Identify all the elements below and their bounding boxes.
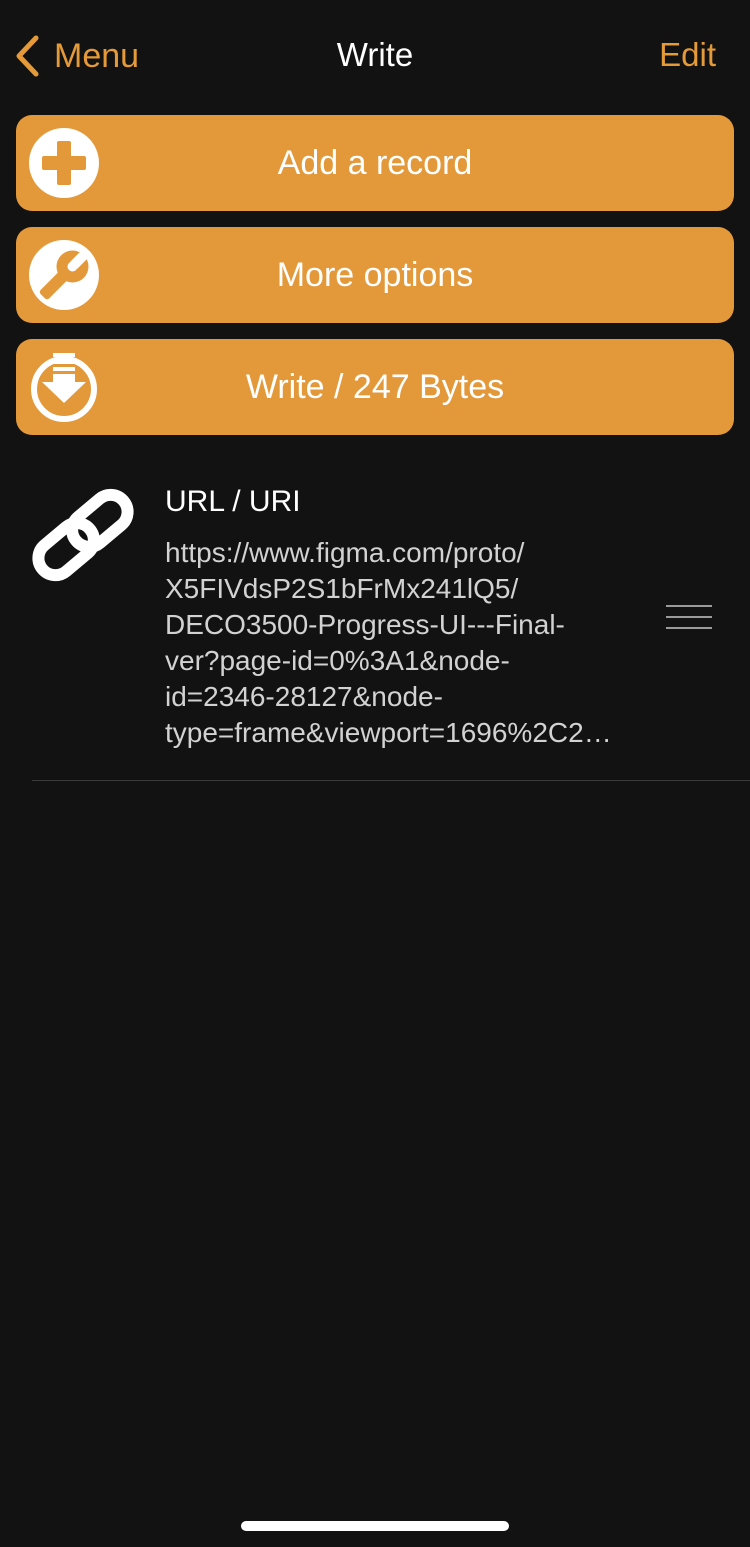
write-label: Write / 247 Bytes	[245, 368, 505, 406]
link-icon	[32, 488, 134, 582]
add-record-label: Add a record	[277, 144, 473, 182]
row-divider	[32, 780, 750, 781]
record-value-text: https://www.figma.com/proto/ X5FIVdsP2S1…	[165, 537, 612, 748]
record-list-item[interactable]: URL / URI https://www.figma.com/proto/ X…	[0, 455, 750, 780]
add-record-button[interactable]: Add a record	[16, 115, 734, 211]
write-button[interactable]: Write / 247 Bytes	[16, 339, 734, 435]
edit-button[interactable]: Edit	[659, 36, 716, 74]
navigation-bar: Menu Write Edit	[0, 0, 750, 110]
reorder-handle-icon[interactable]	[666, 603, 714, 633]
home-indicator[interactable]	[241, 1521, 509, 1531]
page-title: Write	[336, 36, 414, 73]
more-options-button[interactable]: More options	[16, 227, 734, 323]
record-type-label: URL / URI	[165, 485, 301, 518]
more-options-label: More options	[276, 256, 474, 294]
